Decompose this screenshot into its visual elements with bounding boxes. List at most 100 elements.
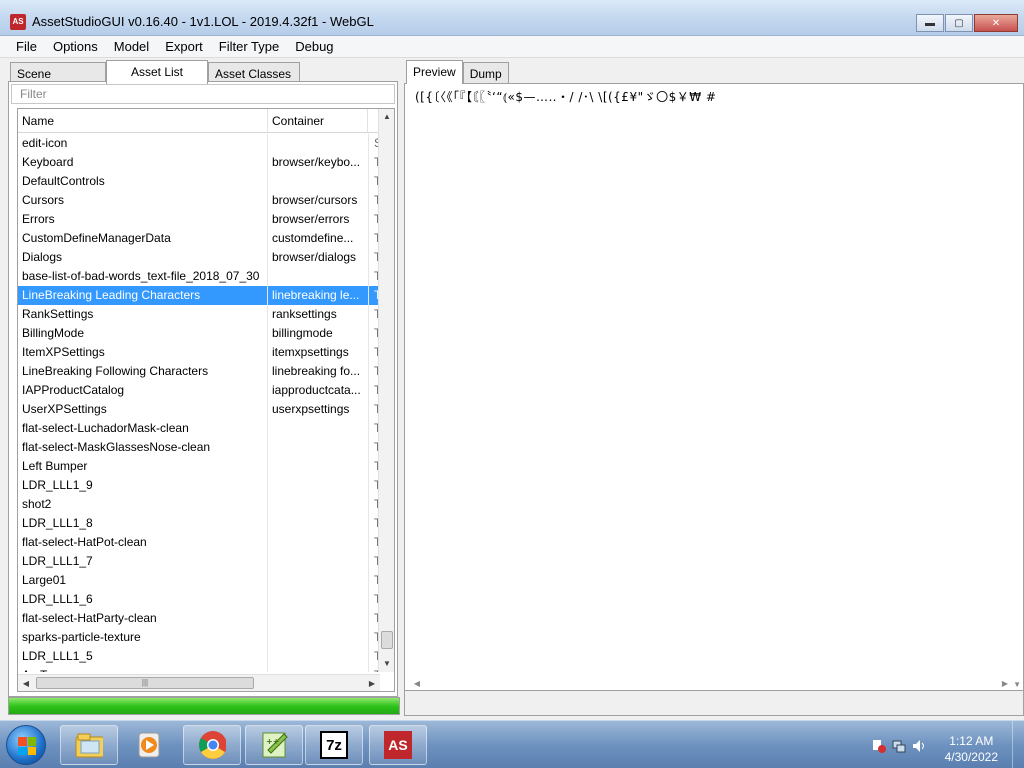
row-name: IAPProductCatalog [22,383,125,397]
action-center-flag-icon[interactable] [872,739,886,753]
row-name: base-list-of-bad-words_text-file_2018_07… [22,269,260,283]
row-container: browser/cursors [272,193,358,207]
table-row[interactable]: LineBreaking Leading Characters linebreak… [18,286,380,305]
table-row[interactable]: UserXPSettingsuserxpsettingsT [18,400,380,419]
row-container: billingmode [272,326,333,340]
table-row[interactable]: edit-iconS [18,134,380,153]
start-button[interactable] [6,725,46,765]
window-title: AssetStudioGUI v0.16.40 - 1v1.LOL - 2019… [32,14,374,29]
row-container: iapproductcata... [272,383,361,397]
table-row[interactable]: LDR_LLL1_5T [18,647,380,666]
table-row[interactable]: CustomDefineManagerDatacustomdefine...T [18,229,380,248]
volume-icon[interactable] [912,739,926,753]
minimize-icon: ▬ [925,17,935,29]
close-icon: ✕ [991,17,1001,29]
menu-debug[interactable]: Debug [287,36,341,57]
row-container: userxpsettings [272,402,350,416]
menu-model[interactable]: Model [106,36,157,57]
tab-preview[interactable]: Preview [406,60,463,84]
tab-asset-list[interactable]: Asset List [106,60,209,84]
menu-file[interactable]: File [0,36,45,57]
system-tray: 1:12 AM 4/30/2022 [864,721,1024,768]
preview-text: ([{〔〈《「『【〘〖〝‘“⦅«$—…‥・/ /･\ \[({£¥"ゞ〇$￥₩ … [415,90,717,104]
table-row[interactable]: Large01T [18,571,380,590]
show-desktop-button[interactable] [1012,721,1024,768]
table-row[interactable]: Dialogsbrowser/dialogsT [18,248,380,267]
folder-icon [75,731,103,759]
asset-list-view[interactable]: Name Container edit-iconS Keyboard browser… [17,108,395,692]
notepad-plus-plus-icon: ++ [260,731,288,759]
menu-filter-type[interactable]: Filter Type [211,36,287,57]
row-name: Cursors [22,193,65,207]
chrome-icon [198,731,226,759]
row-container: browser/keybo... [272,155,361,169]
table-row[interactable]: ItemXPSettingsitemxpsettingsT [18,343,380,362]
table-row[interactable]: flat-select-LuchadorMask-cleanT [18,419,380,438]
table-row[interactable]: shot2T [18,495,380,514]
taskbar-file-explorer[interactable] [60,725,118,765]
row-name: LineBreaking Leading Characters [22,288,201,302]
table-row[interactable]: IAPProductCatalogiapproductcata...T [18,381,380,400]
row-container: itemxpsettings [272,345,349,359]
table-row[interactable]: Errorsbrowser/errorsT [18,210,380,229]
table-row[interactable]: flat-select-MaskGlassesNose-cleanT [18,438,380,457]
menu-bar: File Options Model Export Filter Type De… [0,36,1024,58]
table-row[interactable]: Keyboardbrowser/keybo...T [18,153,380,172]
row-name: LDR_LLL1_5 [22,649,93,663]
row-name: DefaultControls [22,174,105,188]
table-row[interactable]: Cursorsbrowser/cursorsT [18,191,380,210]
menu-export[interactable]: Export [157,36,211,57]
menu-options[interactable]: Options [45,36,106,57]
row-container: linebreaking le... [272,288,360,302]
maximize-button[interactable]: ▢ [945,14,973,32]
table-row[interactable]: Left BumperT [18,457,380,476]
scroll-down-icon[interactable]: ▼ [379,656,394,672]
column-header-name[interactable]: Name [18,109,268,133]
horizontal-scrollbar[interactable]: ◀ ||| ▶ [18,674,380,691]
table-row[interactable]: LDR_LLL1_8T [18,514,380,533]
row-container: ranksettings [272,307,337,321]
scroll-left-icon[interactable]: ◀ [18,675,34,691]
taskbar-assetstudio[interactable]: AS [369,725,427,765]
vertical-scrollbar[interactable]: ▲ ▼ [378,109,394,672]
scroll-right-icon[interactable]: ▶ [364,675,380,691]
filter-input[interactable]: Filter [11,84,395,104]
table-row[interactable]: A...T...T [18,666,380,672]
table-row[interactable]: LDR_LLL1_7T [18,552,380,571]
row-name: LDR_LLL1_8 [22,516,93,530]
taskbar-7zip[interactable]: 7z [305,725,363,765]
row-name: LDR_LLL1_6 [22,592,93,606]
taskbar-clock[interactable]: 1:12 AM 4/30/2022 [945,733,998,765]
row-name: LDR_LLL1_7 [22,554,93,568]
clock-time: 1:12 AM [949,734,994,748]
minimize-button[interactable]: ▬ [916,14,944,32]
network-icon[interactable] [892,739,906,753]
table-row[interactable]: RankSettingsranksettingsT [18,305,380,324]
window-controls: ▬ ▢ ✕ [915,14,1018,32]
preview-scroll-down-icon[interactable]: ▼ [1013,680,1021,689]
table-row[interactable]: flat-select-HatPot-cleanT [18,533,380,552]
table-row[interactable]: LDR_LLL1_6T [18,590,380,609]
row-name: sparks-particle-texture [22,630,141,644]
horizontal-scroll-thumb[interactable]: ||| [36,677,254,689]
taskbar-media-player[interactable] [120,725,178,765]
column-header-container[interactable]: Container [268,109,368,133]
table-row[interactable]: base-list-of-bad-words_text-file_2018_07… [18,267,380,286]
table-row[interactable]: BillingModebillingmodeT [18,324,380,343]
taskbar-chrome[interactable] [183,725,241,765]
preview-panel: ([{〔〈《「『【〘〖〝‘“⦅«$—…‥・/ /･\ \[({£¥"ゞ〇$￥₩ … [404,83,1024,697]
clock-date: 4/30/2022 [944,750,998,764]
table-row[interactable]: flat-select-HatParty-cleanT [18,609,380,628]
table-row[interactable]: sparks-particle-textureT [18,628,380,647]
row-name: flat-select-MaskGlassesNose-clean [22,440,211,454]
table-row[interactable]: LDR_LLL1_9T [18,476,380,495]
table-row[interactable]: LineBreaking Following Characters linebre… [18,362,380,381]
tab-dump[interactable]: Dump [462,62,509,84]
row-name: flat-select-HatPot-clean [22,535,147,549]
close-button[interactable]: ✕ [974,14,1018,32]
table-row[interactable]: DefaultControlsT [18,172,380,191]
taskbar-notepad-plus-plus[interactable]: ++ [245,725,303,765]
vertical-scroll-thumb[interactable] [381,631,393,649]
7zip-icon: 7z [320,731,348,759]
scroll-up-icon[interactable]: ▲ [379,109,394,125]
